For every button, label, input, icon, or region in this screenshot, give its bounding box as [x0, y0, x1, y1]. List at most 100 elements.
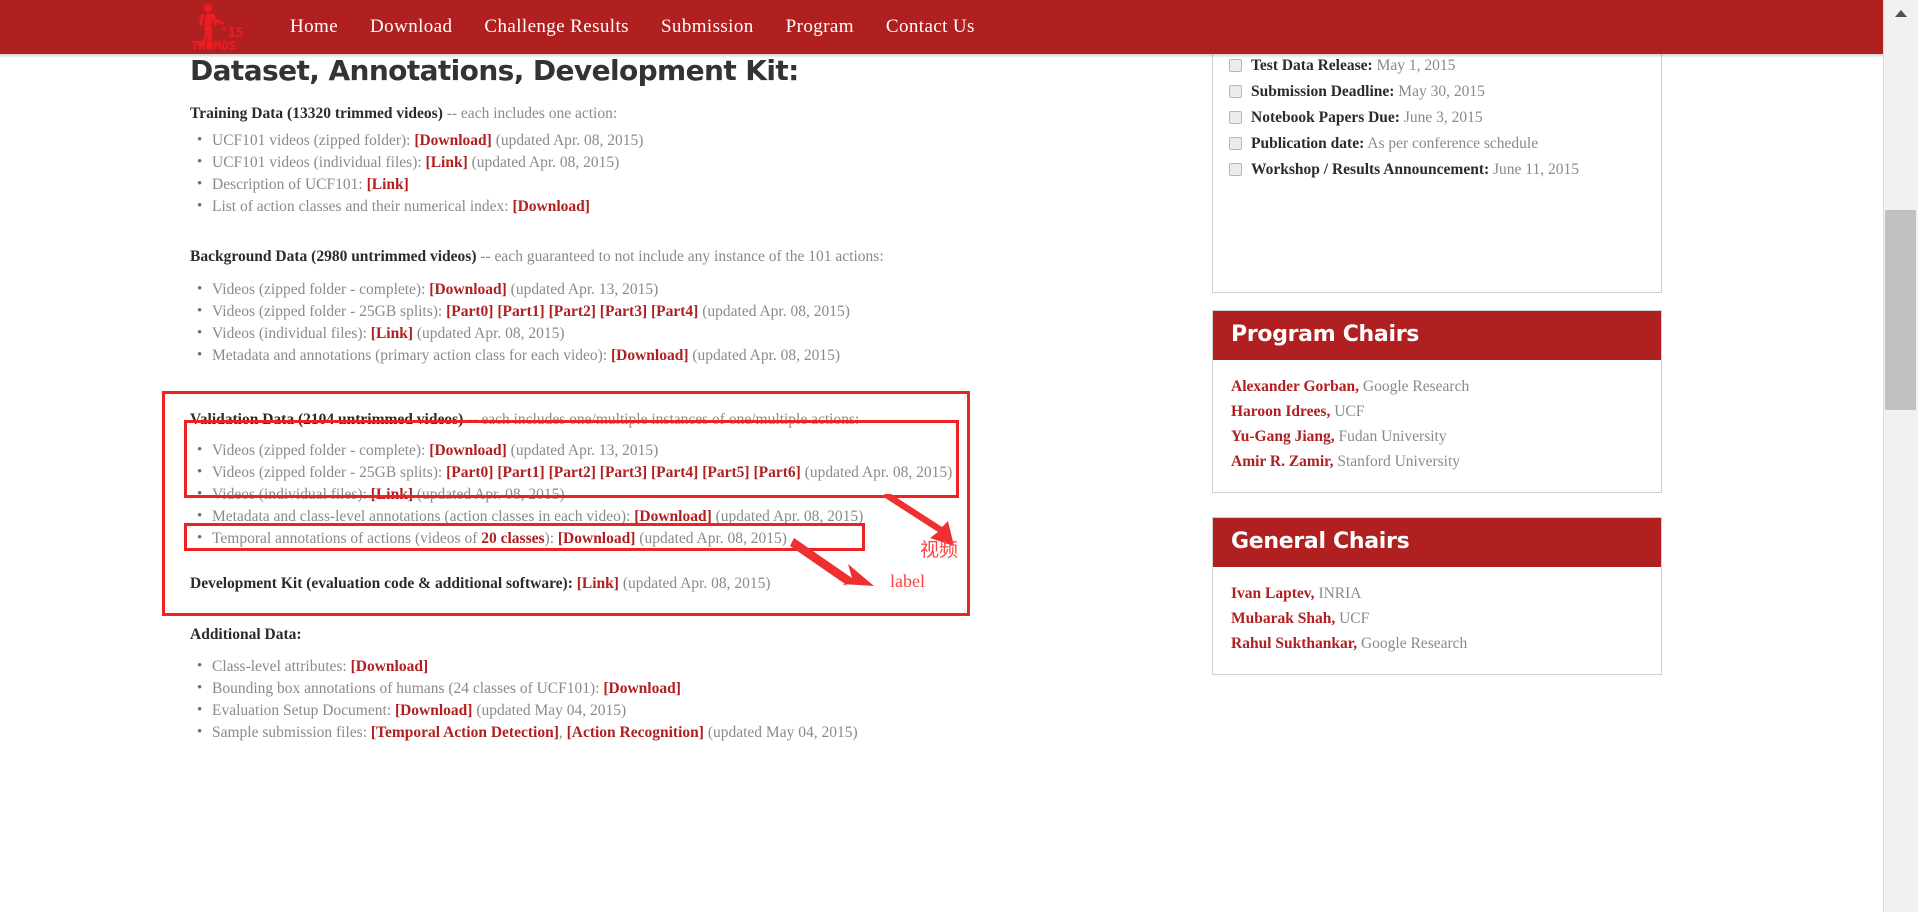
part5-link[interactable]: [Part5]	[702, 464, 749, 481]
part0-link[interactable]: [Part0]	[446, 464, 493, 481]
item-suffix: (updated Apr. 13, 2015)	[506, 281, 659, 298]
list-item: Class-level attributes: [Download]	[197, 656, 1090, 677]
item-text: Videos (zipped folder - complete):	[212, 281, 430, 298]
nav-link-contact-us[interactable]: Contact Us	[870, 16, 991, 38]
action-recognition-link[interactable]: [Action Recognition]	[567, 724, 704, 741]
logo-name: THUMOS	[191, 38, 236, 53]
deadline-name: Workshop / Results Announcement:	[1251, 161, 1490, 178]
deadline-item: Notebook Papers Due: June 3, 2015	[1229, 105, 1643, 131]
link-link[interactable]: [Link]	[426, 154, 468, 171]
item-text: Bounding box annotations of humans (24 c…	[212, 680, 604, 697]
deadline-item: Publication date: As per conference sche…	[1229, 131, 1643, 157]
list-item: Videos (individual files): [Link] (updat…	[197, 323, 1070, 344]
chair-affiliation: Fudan University	[1334, 428, 1447, 445]
list-item: Sample submission files: [Temporal Actio…	[197, 722, 1090, 743]
download-link[interactable]: [Download]	[429, 442, 507, 459]
item-text-2: ):	[544, 530, 558, 547]
devkit-link[interactable]: [Link]	[577, 575, 619, 592]
scroll-up-arrow-icon[interactable]	[1883, 0, 1918, 26]
chair-name: Amir R. Zamir,	[1231, 453, 1334, 470]
scrollbar-thumb[interactable]	[1885, 210, 1916, 410]
item-text: Videos (individual files):	[212, 486, 371, 503]
list-item: Description of UCF101: [Link]	[197, 174, 1000, 195]
general-chairs-card: General Chairs Ivan Laptev, INRIA Mubara…	[1212, 517, 1662, 675]
download-link[interactable]: [Download]	[429, 281, 507, 298]
part2-link[interactable]: [Part2]	[549, 464, 596, 481]
part4-link[interactable]: [Part4]	[651, 464, 698, 481]
training-heading-bold: Training Data (13320 trimmed videos)	[190, 105, 443, 122]
part1-link[interactable]: [Part1]	[497, 303, 544, 320]
page-title: Dataset, Annotations, Development Kit:	[190, 54, 799, 87]
part0-link[interactable]: [Part0]	[446, 303, 493, 320]
top-navigation-bar: '15 THUMOS Home Download Challenge Resul…	[0, 0, 1883, 54]
download-link[interactable]: [Download]	[512, 198, 590, 215]
deadline-name: Notebook Papers Due:	[1251, 109, 1400, 126]
chair-name: Yu-Gang Jiang,	[1231, 428, 1335, 445]
list-item: Videos (zipped folder - complete): [Down…	[197, 279, 1070, 300]
list-item: Videos (zipped folder - 25GB splits): [P…	[197, 301, 1070, 322]
vertical-scrollbar[interactable]	[1883, 0, 1918, 912]
chair-affiliation: Google Research	[1357, 635, 1468, 652]
checkbox-icon[interactable]	[1229, 162, 1242, 176]
item-suffix: (updated Apr. 08, 2015)	[688, 347, 841, 364]
item-text: List of action classes and their numeric…	[212, 198, 513, 215]
item-text: Videos (zipped folder - complete):	[212, 442, 430, 459]
chair-row: Haroon Idrees, UCF	[1231, 399, 1643, 424]
part6-link[interactable]: [Part6]	[753, 464, 800, 481]
download-link[interactable]: [Download]	[351, 658, 429, 675]
part2-link[interactable]: [Part2]	[549, 303, 596, 320]
chair-row: Alexander Gorban, Google Research	[1231, 374, 1643, 399]
item-text: Videos (zipped folder - 25GB splits):	[212, 303, 447, 320]
part3-link[interactable]: [Part3]	[600, 464, 647, 481]
nav-link-home[interactable]: Home	[274, 16, 354, 38]
chair-affiliation: UCF	[1335, 610, 1370, 627]
checkbox-icon[interactable]	[1229, 58, 1242, 72]
deadline-value: As per conference schedule	[1364, 135, 1539, 152]
download-link[interactable]: [Download]	[634, 508, 712, 525]
nav-link-submission[interactable]: Submission	[645, 16, 770, 38]
nav-link-download[interactable]: Download	[354, 16, 468, 38]
download-link[interactable]: [Download]	[414, 132, 492, 149]
item-text: Description of UCF101:	[212, 176, 367, 193]
nav-link-program[interactable]: Program	[770, 16, 870, 38]
checkbox-icon[interactable]	[1229, 136, 1242, 150]
download-link[interactable]: [Download]	[611, 347, 689, 364]
chair-name: Alexander Gorban,	[1231, 378, 1360, 395]
additional-list: Class-level attributes: [Download] Bound…	[190, 656, 1090, 743]
link-link[interactable]: [Link]	[371, 325, 413, 342]
annotation-label-video: 视频	[920, 540, 959, 561]
validation-heading-bold: Validation Data (2104 untrimmed videos)	[190, 411, 464, 428]
site-logo[interactable]: '15 THUMOS	[190, 1, 252, 53]
section-training-data: Training Data (13320 trimmed videos) -- …	[190, 101, 1000, 218]
deadline-value: May 30, 2015	[1394, 83, 1485, 100]
item-suffix: (updated Apr. 08, 2015)	[467, 154, 620, 171]
deadline-value: June 11, 2015	[1489, 161, 1579, 178]
deadline-value: May 1, 2015	[1372, 57, 1456, 74]
chair-affiliation: Google Research	[1359, 378, 1470, 395]
general-chairs-body: Ivan Laptev, INRIA Mubarak Shah, UCF Rah…	[1213, 567, 1661, 674]
item-text: Temporal annotations of actions (videos …	[212, 530, 482, 547]
checkbox-icon[interactable]	[1229, 110, 1242, 124]
item-text: Videos (zipped folder - 25GB splits):	[212, 464, 447, 481]
item-text: Videos (individual files):	[212, 325, 371, 342]
part1-link[interactable]: [Part1]	[497, 464, 544, 481]
item-suffix: (updated Apr. 08, 2015)	[491, 132, 644, 149]
deadline-list: Test Data Release: May 1, 2015 Submissio…	[1213, 53, 1661, 193]
link-link[interactable]: [Link]	[367, 176, 409, 193]
annotation-label-label: label	[890, 571, 925, 591]
download-link[interactable]: [Download]	[558, 530, 636, 547]
link-link[interactable]: [Link]	[371, 486, 413, 503]
chair-row: Yu-Gang Jiang, Fudan University	[1231, 424, 1643, 449]
download-link[interactable]: [Download]	[395, 702, 473, 719]
twenty-classes-highlight: 20 classes	[481, 530, 545, 547]
download-link[interactable]: [Download]	[603, 680, 681, 697]
nav-link-challenge-results[interactable]: Challenge Results	[468, 16, 645, 38]
list-item: Videos (zipped folder - 25GB splits): [P…	[197, 462, 970, 483]
temporal-action-detection-link[interactable]: [Temporal Action Detection]	[371, 724, 559, 741]
program-chairs-card: Program Chairs Alexander Gorban, Google …	[1212, 310, 1662, 493]
part4-link[interactable]: [Part4]	[651, 303, 698, 320]
part3-link[interactable]: [Part3]	[600, 303, 647, 320]
section-additional-data: Additional Data: Class-level attributes:…	[190, 624, 1090, 744]
section-background-data: Background Data (2980 untrimmed videos) …	[190, 244, 1070, 367]
checkbox-icon[interactable]	[1229, 84, 1242, 98]
